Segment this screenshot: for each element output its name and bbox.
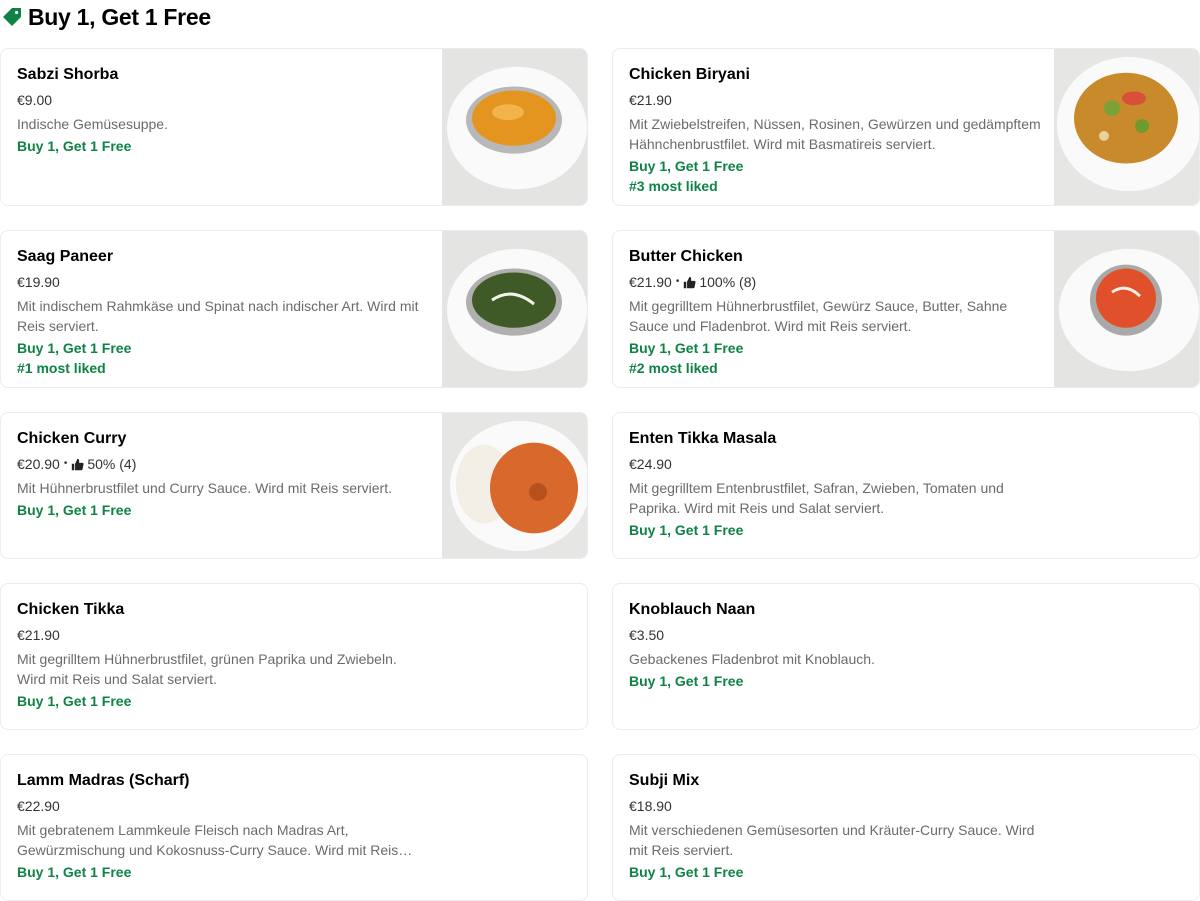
menu-item-card[interactable]: Chicken Biryani €21.90 Mit Zwiebelstreif… <box>612 48 1200 206</box>
item-price: €24.90 <box>629 456 672 472</box>
item-price: €22.90 <box>17 798 60 814</box>
promo-label: Buy 1, Get 1 Free <box>629 158 744 174</box>
item-rating: 50% (4) <box>87 456 137 472</box>
item-price: €21.90 <box>17 627 60 643</box>
item-price: €20.90 <box>17 456 60 472</box>
menu-item-card[interactable]: Butter Chicken €21.90 • 100% (8) Mit geg… <box>612 230 1200 388</box>
item-description: Mit gegrilltem Hühnerbrustfilet, grünen … <box>17 651 397 687</box>
item-description: Gebackenes Fladenbrot mit Knoblauch. <box>629 651 875 667</box>
menu-item-card[interactable]: Enten Tikka Masala €24.90 Mit gegrilltem… <box>612 412 1200 559</box>
item-photo <box>1054 49 1199 205</box>
item-description: Mit gebratenem Lammkeule Fleisch nach Ma… <box>17 822 399 858</box>
item-description: Mit verschiedenen Gemüsesorten und Kräut… <box>629 822 1035 858</box>
menu-item-card[interactable]: Sabzi Shorba €9.00 Indische Gemüsesuppe.… <box>0 48 588 206</box>
item-description: Mit indischem Rahmkäse und Spinat nach i… <box>17 298 419 334</box>
promo-label: Buy 1, Get 1 Free <box>629 673 744 689</box>
item-name: Chicken Biryani <box>629 66 750 83</box>
item-description: Indische Gemüsesuppe. <box>17 116 168 132</box>
promo-label: Buy 1, Get 1 Free <box>629 522 744 538</box>
menu-item-card[interactable]: Chicken Tikka €21.90 Mit gegrilltem Hühn… <box>0 583 588 730</box>
item-photo <box>442 413 587 558</box>
item-photo <box>442 231 587 387</box>
promo-label: Buy 1, Get 1 Free <box>17 138 132 154</box>
item-price: €18.90 <box>629 798 672 814</box>
item-description: Mit Zwiebelstreifen, Nüssen, Rosinen, Ge… <box>629 116 1041 152</box>
item-photo <box>1054 231 1199 387</box>
promo-label: Buy 1, Get 1 Free <box>17 340 132 356</box>
item-price: €21.90 <box>629 274 672 290</box>
item-description: Mit gegrilltem Hühnerbrustfilet, Gewürz … <box>629 298 1008 334</box>
menu-item-card[interactable]: Lamm Madras (Scharf) €22.90 Mit gebraten… <box>0 754 588 901</box>
menu-item-card[interactable]: Chicken Curry €20.90 • 50% (4) Mit Hühne… <box>0 412 588 559</box>
item-name: Chicken Curry <box>17 430 127 447</box>
item-price: €19.90 <box>17 274 60 290</box>
menu-item-card[interactable]: Saag Paneer €19.90 Mit indischem Rahmkäs… <box>0 230 588 388</box>
promo-label: Buy 1, Get 1 Free <box>17 864 132 880</box>
promo-label: Buy 1, Get 1 Free <box>629 864 744 880</box>
thumbs-up-icon <box>684 276 696 288</box>
most-liked-badge: #1 most liked <box>17 360 106 376</box>
item-photo <box>442 49 587 205</box>
item-description: Mit Hühnerbrustfilet und Curry Sauce. Wi… <box>17 480 392 496</box>
item-name: Chicken Tikka <box>17 601 125 618</box>
item-price: €3.50 <box>629 627 665 643</box>
item-name: Subji Mix <box>629 772 700 789</box>
item-name: Enten Tikka Masala <box>629 430 777 447</box>
item-name: Knoblauch Naan <box>629 601 756 618</box>
tag-icon <box>3 8 21 26</box>
item-name: Sabzi Shorba <box>17 66 119 83</box>
item-price: €21.90 <box>629 92 672 108</box>
item-description: Mit gegrilltem Entenbrustfilet, Safran, … <box>629 480 1004 516</box>
item-price: €9.00 <box>17 92 53 108</box>
section-header: Buy 1, Get 1 Free <box>0 2 211 32</box>
thumbs-up-icon <box>72 458 84 470</box>
promo-label: Buy 1, Get 1 Free <box>17 502 132 518</box>
section-title: Buy 1, Get 1 Free <box>28 3 211 30</box>
item-name: Lamm Madras (Scharf) <box>17 772 190 789</box>
item-name: Saag Paneer <box>17 248 114 265</box>
most-liked-badge: #3 most liked <box>629 178 718 194</box>
menu-item-card[interactable]: Subji Mix €18.90 Mit verschiedenen Gemüs… <box>612 754 1200 901</box>
item-name: Butter Chicken <box>629 248 743 265</box>
item-rating: 100% (8) <box>699 274 757 290</box>
promo-label: Buy 1, Get 1 Free <box>629 340 744 356</box>
most-liked-badge: #2 most liked <box>629 360 718 376</box>
menu-item-card[interactable]: Knoblauch Naan €3.50 Gebackenes Fladenbr… <box>612 583 1200 730</box>
promo-label: Buy 1, Get 1 Free <box>17 693 132 709</box>
